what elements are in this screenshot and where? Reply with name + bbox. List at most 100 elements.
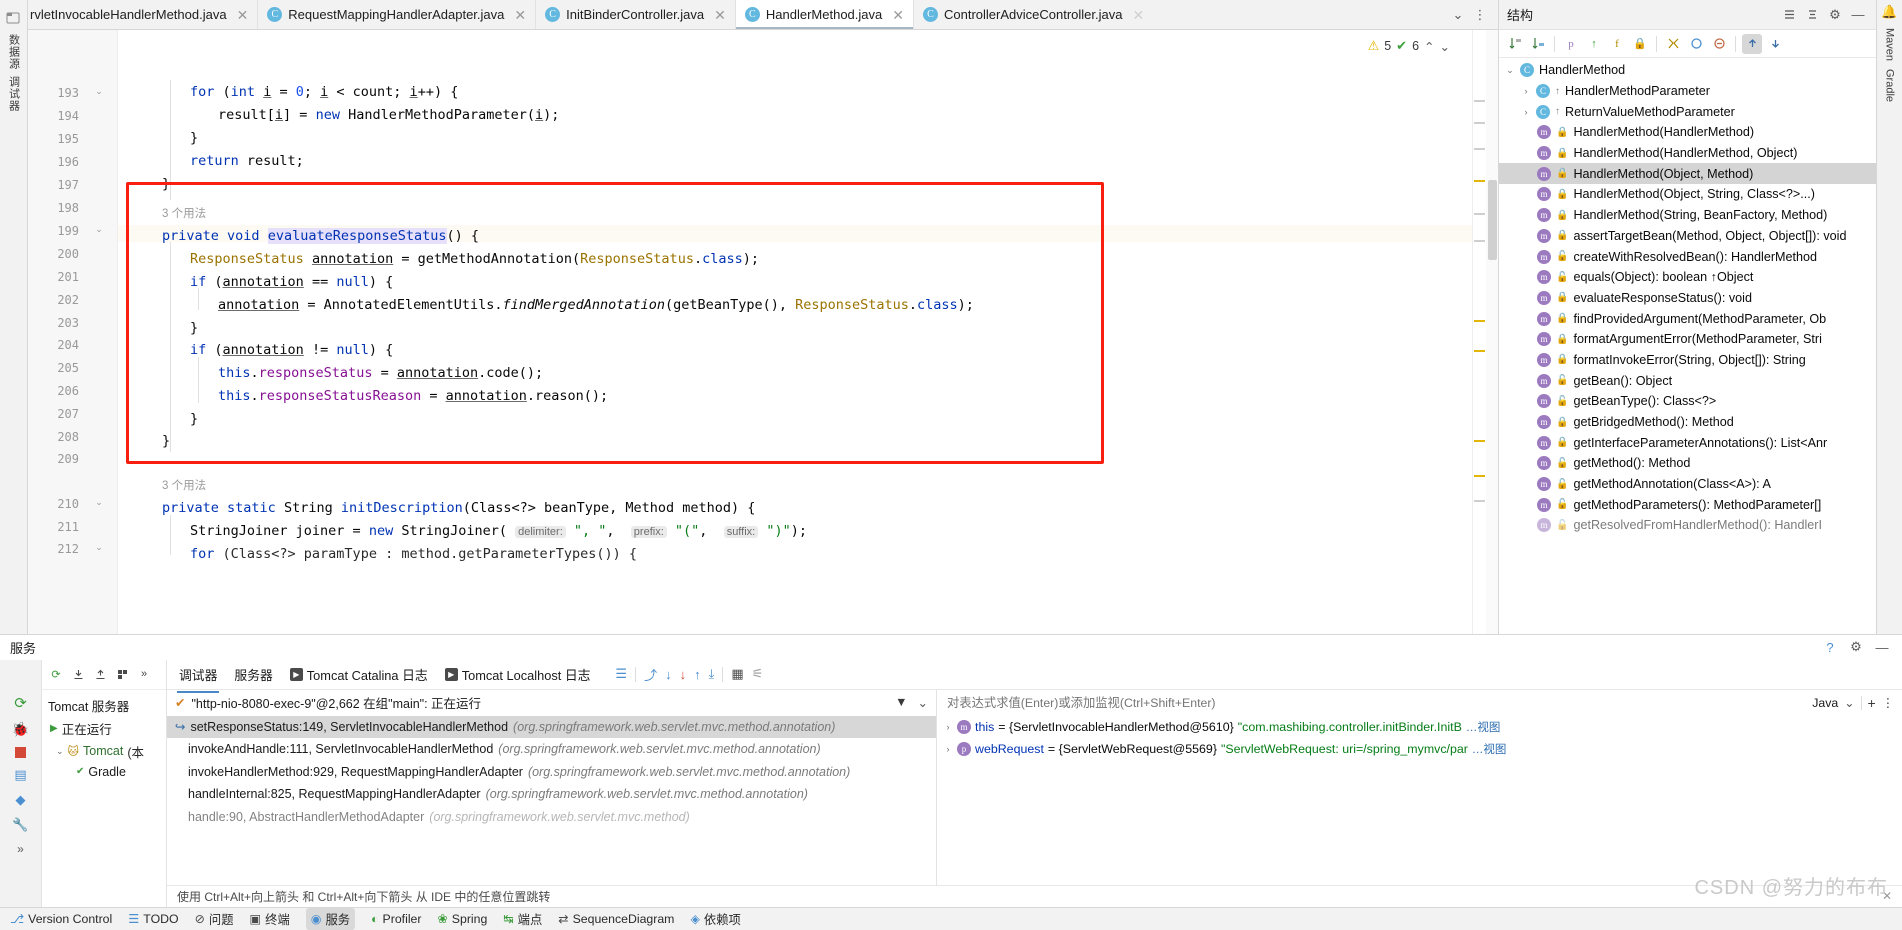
right-tool-rail[interactable]: 🔔 Maven Gradle: [1876, 0, 1902, 634]
structure-tree-row[interactable]: m 🔓 getMethod(): Method: [1499, 453, 1876, 474]
close-icon[interactable]: ✕: [237, 8, 249, 22]
sort-alpha-icon[interactable]: [1505, 34, 1525, 54]
force-step-into-icon[interactable]: ↓: [680, 667, 687, 682]
collapse-all-icon[interactable]: [90, 664, 110, 684]
next-problem-icon[interactable]: ⌄: [1440, 39, 1450, 54]
filter-icon[interactable]: [1709, 34, 1729, 54]
status-item-problems[interactable]: ⊘ 问题: [195, 910, 234, 928]
services-node-gradle[interactable]: ✔ Gradle: [42, 763, 166, 781]
show-fields-icon[interactable]: f: [1607, 34, 1627, 54]
gear-icon[interactable]: ⚙: [1825, 5, 1845, 25]
view-link[interactable]: …视图: [1472, 741, 1507, 757]
structure-tree-row[interactable]: m 🔓 getBean(): Object: [1499, 370, 1876, 391]
structure-tree-row-selected[interactable]: m 🔒 HandlerMethod(Object, Method): [1499, 163, 1876, 185]
rail-label-debugger[interactable]: 调试器: [6, 76, 22, 112]
structure-tree-row[interactable]: m 🔓 getBeanType(): Class<?>: [1499, 391, 1876, 412]
expand-all-icon[interactable]: [1779, 5, 1799, 25]
frame-row[interactable]: handle:90, AbstractHandlerMethodAdapter …: [167, 806, 936, 829]
tab-debugger[interactable]: 调试器: [177, 661, 220, 693]
layout-icon[interactable]: [112, 664, 132, 684]
editor-tab-3[interactable]: C HandlerMethod.java ✕: [735, 0, 914, 29]
editor-tab-1[interactable]: C RequestMappingHandlerAdapter.java ✕: [258, 0, 537, 29]
status-item-spring[interactable]: ❀ Spring: [437, 912, 487, 926]
close-icon[interactable]: ✕: [1132, 8, 1144, 22]
chevron-down-icon[interactable]: ⌄: [1844, 696, 1854, 710]
inspection-status[interactable]: ⚠ 5 ✔ 6 ⌃ ⌄: [1368, 38, 1450, 54]
collapse-all-icon[interactable]: [1802, 5, 1822, 25]
status-item-profiler[interactable]: ◐ Profiler: [371, 912, 421, 926]
thread-selector[interactable]: ✔ "http-nio-8080-exec-9"@2,662 在组"main":…: [167, 690, 936, 716]
structure-tree-row[interactable]: m 🔒 HandlerMethod(HandlerMethod, Object): [1499, 143, 1876, 164]
debug-tab-bar[interactable]: 调试器 服务器 ▶ Tomcat Catalina 日志 ▶ Tomcat Lo…: [167, 659, 1902, 693]
structure-tree-row[interactable]: m 🔒 formatInvokeError(String, Object[]):…: [1499, 350, 1876, 371]
structure-tree[interactable]: ⌄ C HandlerMethod › C ↑ HandlerMethodPar…: [1499, 58, 1876, 634]
structure-toolbar[interactable]: p ↑ f 🔒: [1499, 30, 1876, 58]
help-icon[interactable]: ?: [1820, 637, 1840, 657]
bug-icon[interactable]: 🐞: [12, 721, 29, 738]
sort-type-icon[interactable]: [1528, 34, 1548, 54]
project-icon[interactable]: [5, 10, 23, 28]
structure-tree-row[interactable]: m 🔒 getInterfaceParameterAnnotations(): …: [1499, 432, 1876, 453]
structure-panel[interactable]: 结构 ⚙ — p ↑ f 🔒 ⌄ C HandlerMethod › C ↑ H…: [1498, 0, 1876, 634]
tab-tomcat-localhost-log[interactable]: ▶ Tomcat Localhost 日志: [443, 661, 593, 688]
layers-icon[interactable]: ◆: [16, 792, 26, 808]
tab-tomcat-catalina-log[interactable]: ▶ Tomcat Catalina 日志: [288, 661, 430, 688]
collapse-tree-icon[interactable]: [1765, 34, 1785, 54]
services-tree-toolbar[interactable]: ⟳ »: [42, 660, 166, 690]
status-bar[interactable]: ⎇ Version Control ☰ TODO ⊘ 问题 ▣ 终端 ◉ 服务 …: [0, 906, 1902, 930]
close-icon[interactable]: ✕: [892, 8, 904, 22]
services-run-rail[interactable]: ⟳ 🐞 ▤ ◆ 🔧 »: [0, 659, 42, 907]
view-link[interactable]: …视图: [1466, 719, 1501, 735]
chevron-right-icon[interactable]: »: [17, 842, 24, 856]
close-icon[interactable]: ✕: [514, 8, 526, 22]
show-anonymous-icon[interactable]: [1663, 34, 1683, 54]
close-icon[interactable]: ✕: [714, 8, 726, 22]
editor-tab-0[interactable]: rvletInvocableHandlerMethod.java ✕: [28, 0, 259, 29]
status-item-dependencies[interactable]: ◈ 依赖项: [690, 910, 740, 928]
usage-hint[interactable]: 3 个用法: [162, 478, 206, 494]
fold-arrow-icon[interactable]: ⌄: [93, 224, 105, 236]
tab-server[interactable]: 服务器: [232, 661, 274, 688]
frame-row[interactable]: invokeHandlerMethod:929, RequestMappingH…: [167, 761, 936, 784]
rail-label-gradle[interactable]: Gradle: [1884, 69, 1896, 102]
frames-list[interactable]: ↪ setResponseStatus:149, ServletInvocabl…: [167, 715, 936, 885]
prev-problem-icon[interactable]: ⌃: [1424, 39, 1434, 54]
editor-tab-bar[interactable]: rvletInvocableHandlerMethod.java ✕ C Req…: [28, 0, 1498, 30]
rerun-failed-icon[interactable]: ⟳: [46, 664, 66, 684]
status-item-endpoints[interactable]: ↹ 端点: [503, 910, 542, 928]
chevron-right-icon[interactable]: ›: [1521, 107, 1531, 117]
left-tool-rail[interactable]: 数据源 调试器: [0, 0, 28, 634]
filter-icon[interactable]: ▼: [895, 695, 907, 710]
show-nonpublic-icon[interactable]: 🔒: [1630, 34, 1650, 54]
structure-tree-row[interactable]: › C ↑ HandlerMethodParameter: [1499, 81, 1876, 102]
debugger-frames-panel[interactable]: ✔ "http-nio-8080-exec-9"@2,662 在组"main":…: [167, 689, 937, 885]
language-selector[interactable]: Java: [1812, 696, 1838, 710]
step-out-icon[interactable]: ↑: [694, 667, 701, 682]
structure-tree-row[interactable]: m 🔒 HandlerMethod(HandlerMethod): [1499, 122, 1876, 143]
usage-hint[interactable]: 3 个用法: [162, 206, 206, 222]
stop-icon[interactable]: [15, 746, 26, 758]
step-into-icon[interactable]: ↓: [665, 667, 672, 682]
editor-scrollbar[interactable]: [1486, 30, 1498, 634]
structure-tree-row[interactable]: m 🔓 createWithResolvedBean(): HandlerMet…: [1499, 246, 1876, 267]
more-options-icon[interactable]: »: [134, 664, 154, 684]
structure-tree-row[interactable]: m 🔒 findProvidedArgument(MethodParameter…: [1499, 308, 1876, 329]
fold-arrow-icon[interactable]: ⌄: [93, 497, 105, 509]
status-item-version-control[interactable]: ⎇ Version Control: [10, 912, 112, 926]
structure-tree-row[interactable]: m 🔒 HandlerMethod(Object, String, Class<…: [1499, 184, 1876, 205]
close-icon[interactable]: ✕: [1882, 889, 1892, 903]
mute-breakpoints-icon[interactable]: ☰: [615, 666, 627, 682]
services-node-tomcat[interactable]: ⌄ 🐱 Tomcat (本: [42, 740, 166, 763]
chevron-right-icon[interactable]: ›: [943, 744, 953, 754]
frame-row[interactable]: handleInternal:825, RequestMappingHandle…: [167, 783, 936, 806]
structure-tree-row[interactable]: › C ↑ ReturnValueMethodParameter: [1499, 101, 1876, 122]
evaluate-expression-input[interactable]: [945, 692, 1807, 713]
fold-arrow-icon[interactable]: ⌄: [93, 542, 105, 554]
frame-row[interactable]: ↪ setResponseStatus:149, ServletInvocabl…: [167, 715, 936, 739]
thread-dump-icon[interactable]: ▤: [14, 767, 26, 783]
run-to-cursor-icon[interactable]: ⤓: [709, 666, 715, 682]
structure-tree-row[interactable]: m 🔓 getMethodParameters(): MethodParamet…: [1499, 494, 1876, 515]
variable-row[interactable]: › p webRequest = {ServletWebRequest@5569…: [937, 738, 1902, 760]
editor-tab-2[interactable]: C InitBinderController.java ✕: [536, 0, 736, 29]
structure-tree-row[interactable]: m 🔒 HandlerMethod(String, BeanFactory, M…: [1499, 205, 1876, 226]
